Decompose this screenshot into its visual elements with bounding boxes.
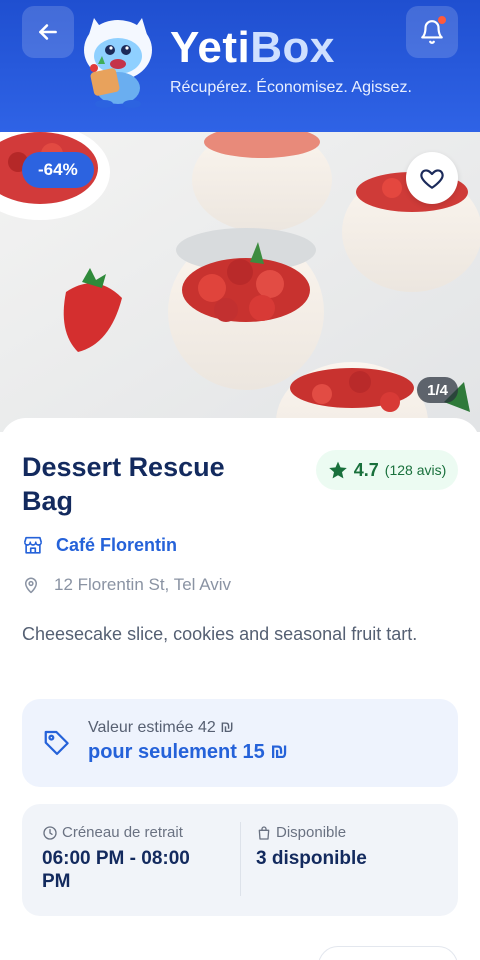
rating-count: (128 avis) [384, 462, 447, 478]
availability-value: 3 disponible [256, 848, 367, 869]
shop-link[interactable]: Café Florentin [22, 534, 177, 556]
product-title: Dessert Rescue Bag [22, 452, 225, 516]
store-icon [23, 536, 43, 554]
price-tag-icon [44, 730, 69, 755]
notification-badge-dot [438, 16, 446, 24]
shop-name: Café Florentin [56, 534, 178, 555]
map-pin-icon [25, 577, 37, 594]
favorite-button[interactable] [406, 152, 458, 204]
pickup-window-label: Créneau de retrait [62, 824, 183, 841]
pickup-window-value: 06:00 PM - 08:00 PM [42, 848, 190, 892]
bottom-action-pill[interactable] [318, 946, 458, 960]
clock-icon [43, 825, 57, 840]
brand-name-part2: Box [250, 23, 335, 72]
rating-value: 4.7 [353, 459, 379, 480]
brand-tagline: Récupérez. Économisez. Agissez. [170, 79, 412, 96]
star-icon [329, 461, 347, 479]
product-description: Cheesecake slice, cookies and seasonal f… [22, 624, 418, 644]
price-box: Valeur estimée 42 ₪ pour seulement 15 ₪ [22, 699, 458, 787]
pickup-window-label-row: Créneau de retrait [42, 824, 222, 841]
pickup-window: Créneau de retrait 06:00 PM - 08:00 PM [42, 824, 222, 893]
discount-badge: -64% [22, 152, 94, 188]
pickup-info-box: Créneau de retrait 06:00 PM - 08:00 PM D… [22, 804, 458, 916]
address-row[interactable]: 12 Florentin St, Tel Aviv [22, 575, 231, 595]
arrow-left-icon [39, 24, 57, 40]
brand-name-part1: Yeti [170, 23, 251, 72]
shop-address: 12 Florentin St, Tel Aviv [54, 575, 232, 594]
app-header: YetiBox Récupérez. Économisez. Agissez. [0, 0, 480, 132]
info-divider [240, 822, 241, 896]
discounted-price: pour seulement 15 ₪ [88, 741, 288, 763]
heart-icon [420, 169, 444, 189]
estimated-value: Valeur estimée 42 ₪ [88, 719, 234, 736]
yeti-mascot-logo [84, 18, 152, 108]
rating-badge[interactable]: 4.7 (128 avis) [316, 450, 458, 490]
availability-label-row: Disponible [256, 824, 436, 841]
notifications-button[interactable] [406, 6, 458, 58]
image-counter: 1/4 [417, 377, 458, 403]
brand-name: YetiBox [170, 22, 335, 74]
back-button[interactable] [22, 6, 74, 58]
availability: Disponible 3 disponible [256, 824, 436, 870]
shopping-bag-icon [258, 825, 270, 840]
availability-label: Disponible [276, 824, 347, 841]
